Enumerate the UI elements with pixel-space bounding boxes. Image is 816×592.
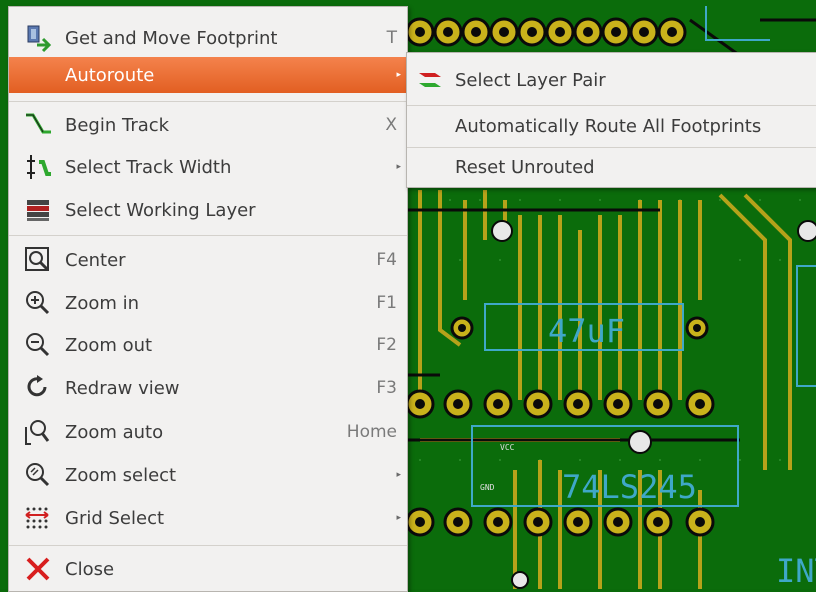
menu-separator — [407, 105, 816, 106]
menu-item-label: Zoom in — [65, 292, 140, 314]
connector-label: INT — [776, 552, 816, 589]
menu-item-label: Close — [65, 558, 115, 580]
shortcut-label: T — [386, 28, 397, 48]
submenu-item-select-layer-pair[interactable]: Select Layer Pair — [407, 59, 816, 101]
menu-separator — [9, 235, 407, 236]
menu-item-label: Automatically Route All Footprints — [455, 115, 762, 137]
submenu-item-reset-unrouted[interactable]: Reset Unrouted — [407, 149, 816, 185]
menu-item-zoom-auto[interactable]: Zoom auto Home — [9, 411, 407, 453]
track-icon — [21, 110, 55, 140]
shortcut-label: F4 — [376, 250, 397, 270]
menu-item-zoom-out[interactable]: Zoom out F2 — [9, 325, 407, 365]
center-icon — [21, 245, 55, 275]
menu-item-get-and-move-footprint[interactable]: Get and Move Footprint T — [9, 19, 407, 57]
menu-item-select-working-layer[interactable]: Select Working Layer — [9, 189, 407, 231]
layers-icon — [21, 195, 55, 225]
menu-item-label: Reset Unrouted — [455, 156, 595, 178]
menu-item-label: Redraw view — [65, 377, 180, 399]
shortcut-label: F1 — [376, 293, 397, 313]
menu-item-label: Center — [65, 249, 126, 271]
shortcut-label: X — [385, 115, 397, 135]
vcc-net-label: VCC — [500, 443, 515, 452]
close-icon — [21, 554, 55, 584]
menu-item-label: Select Working Layer — [65, 199, 256, 221]
move-footprint-icon — [21, 23, 55, 53]
menu-item-label: Get and Move Footprint — [65, 27, 278, 49]
menu-item-center[interactable]: Center F4 — [9, 239, 407, 281]
submenu-arrow-icon: ▸ — [396, 470, 401, 480]
menu-item-label: Autoroute — [65, 64, 155, 86]
submenu-arrow-icon: ▸ — [396, 513, 401, 523]
menu-item-label: Zoom select — [65, 464, 177, 486]
shortcut-label: F3 — [376, 378, 397, 398]
shortcut-label: F2 — [376, 335, 397, 355]
menu-item-begin-track[interactable]: Begin Track X — [9, 105, 407, 145]
shortcut-label: Home — [346, 422, 397, 442]
menu-item-zoom-select[interactable]: Zoom select ▸ — [9, 455, 407, 495]
menu-item-label: Select Layer Pair — [455, 69, 606, 91]
menu-item-label: Begin Track — [65, 114, 170, 136]
menu-item-autoroute[interactable]: Autoroute ▸ — [9, 57, 407, 93]
menu-item-label: Zoom auto — [65, 421, 164, 443]
track-width-icon — [21, 152, 55, 182]
menu-item-zoom-in[interactable]: Zoom in F1 — [9, 283, 407, 323]
menu-separator — [9, 545, 407, 546]
layer-pair-icon — [413, 65, 447, 95]
menu-item-label: Select Track Width — [65, 156, 232, 178]
menu-item-label: Zoom out — [65, 334, 153, 356]
menu-separator — [9, 101, 407, 102]
menu-item-redraw-view[interactable]: Redraw view F3 — [9, 367, 407, 409]
menu-item-label: Grid Select — [65, 507, 165, 529]
zoom-out-icon — [21, 330, 55, 360]
redraw-icon — [21, 373, 55, 403]
menu-separator — [407, 147, 816, 148]
zoom-select-icon — [21, 460, 55, 490]
autoroute-submenu: Select Layer Pair Automatically Route Al… — [406, 52, 816, 188]
zoom-auto-icon — [21, 417, 55, 447]
zoom-in-icon — [21, 288, 55, 318]
menu-item-grid-select[interactable]: Grid Select ▸ — [9, 497, 407, 539]
submenu-item-automatically-route-all-footprints[interactable]: Automatically Route All Footprints — [407, 107, 816, 145]
capacitor-label: 47uF — [548, 312, 625, 350]
submenu-arrow-icon: ▸ — [396, 70, 401, 80]
gnd-net-label: GND — [480, 483, 495, 492]
ic-label: 74LS245 — [562, 468, 697, 506]
menu-item-select-track-width[interactable]: Select Track Width ▸ — [9, 147, 407, 187]
submenu-arrow-icon: ▸ — [396, 162, 401, 172]
menu-item-close[interactable]: Close — [9, 549, 407, 589]
grid-icon — [21, 503, 55, 533]
context-menu: Get and Move Footprint T Autoroute ▸ Beg… — [8, 6, 408, 592]
